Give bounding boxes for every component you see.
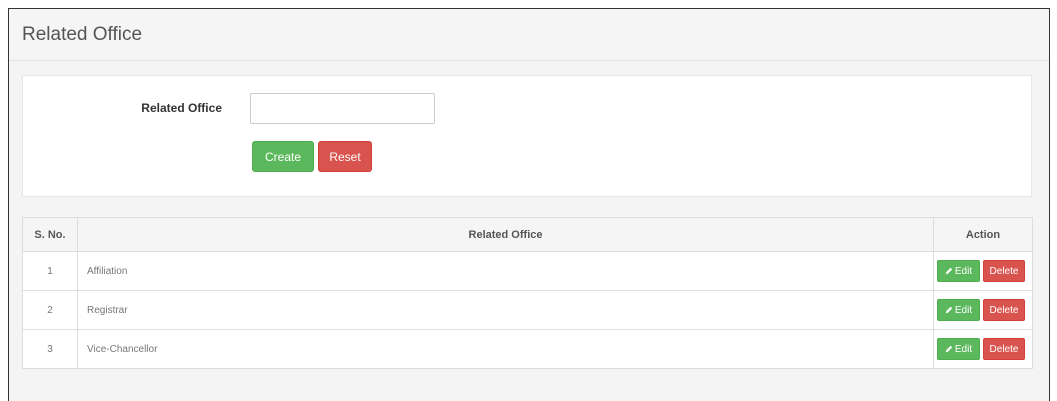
table-row: 3 Vice-Chancellor Edit Delete bbox=[22, 329, 1033, 369]
edit-button-label: Edit bbox=[954, 304, 973, 316]
edit-button[interactable]: Edit bbox=[937, 299, 980, 321]
page-title: Related Office bbox=[22, 24, 143, 45]
row-serial-number: 3 bbox=[22, 329, 78, 369]
create-button[interactable]: Create bbox=[252, 141, 314, 172]
row-office-name: Vice-Chancellor bbox=[77, 329, 934, 369]
table-row: 1 Affiliation Edit Delete bbox=[22, 251, 1033, 291]
column-header-action: Action bbox=[933, 217, 1033, 252]
related-office-panel: Related Office Related Office Create Res… bbox=[8, 8, 1050, 401]
panel-header: Related Office bbox=[9, 9, 1049, 61]
pencil-icon bbox=[945, 345, 953, 353]
related-office-table: S. No. Related Office Action 1 Affiliati… bbox=[22, 217, 1033, 369]
pencil-icon bbox=[945, 267, 953, 275]
row-serial-number: 1 bbox=[22, 251, 78, 291]
edit-button[interactable]: Edit bbox=[937, 260, 980, 282]
related-office-input[interactable] bbox=[250, 93, 435, 124]
edit-button[interactable]: Edit bbox=[937, 338, 980, 360]
delete-button[interactable]: Delete bbox=[983, 338, 1025, 360]
row-action-group: Edit Delete bbox=[937, 299, 1032, 321]
table-row: 2 Registrar Edit Delete bbox=[22, 290, 1033, 330]
delete-button[interactable]: Delete bbox=[983, 299, 1025, 321]
column-header-related-office: Related Office bbox=[77, 217, 934, 252]
related-office-label: Related Office bbox=[141, 101, 222, 115]
row-office-name: Registrar bbox=[77, 290, 934, 330]
edit-button-label: Edit bbox=[954, 265, 973, 277]
row-actions: Edit Delete bbox=[933, 290, 1033, 330]
row-action-group: Edit Delete bbox=[937, 338, 1032, 360]
column-header-sno: S. No. bbox=[22, 217, 78, 252]
row-actions: Edit Delete bbox=[933, 251, 1033, 291]
row-serial-number: 2 bbox=[22, 290, 78, 330]
row-office-name: Affiliation bbox=[77, 251, 934, 291]
table-header-row: S. No. Related Office Action bbox=[22, 217, 1033, 252]
delete-button[interactable]: Delete bbox=[983, 260, 1025, 282]
edit-button-label: Edit bbox=[954, 343, 973, 355]
row-actions: Edit Delete bbox=[933, 329, 1033, 369]
related-office-form: Related Office Create Reset bbox=[22, 75, 1032, 197]
row-action-group: Edit Delete bbox=[937, 260, 1032, 282]
reset-button[interactable]: Reset bbox=[318, 141, 372, 172]
pencil-icon bbox=[945, 306, 953, 314]
